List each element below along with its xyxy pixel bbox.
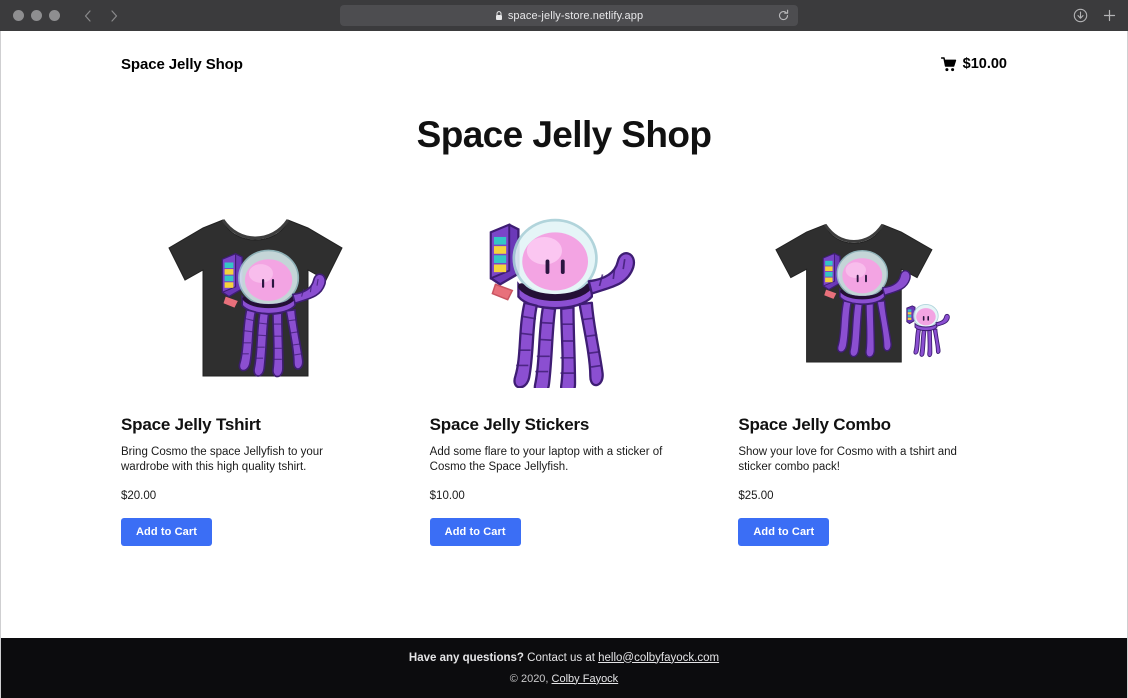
product-description: Add some flare to your laptop with a sti… xyxy=(429,446,663,474)
address-bar-content: space-jelly-store.netlify.app xyxy=(495,10,643,22)
product-image-sticker[interactable] xyxy=(430,203,699,393)
cart-total: $10.00 xyxy=(962,56,1007,72)
product-price: $25.00 xyxy=(738,490,774,503)
product-title: Space Jelly Stickers xyxy=(429,415,590,434)
site-header: Space Jelly Shop $10.00 xyxy=(1,31,1127,81)
footer-copyright: © 2020, Colby Fayock xyxy=(510,673,618,685)
product-price: $20.00 xyxy=(121,490,157,503)
footer-email-link[interactable]: hello@colbyfayock.com xyxy=(598,652,719,664)
page-viewport: Space Jelly Shop $10.00 Space Jelly Shop xyxy=(0,31,1128,698)
lock-icon xyxy=(495,10,503,21)
product-card: Space Jelly Combo Show your love for Cos… xyxy=(738,203,1007,547)
minimize-window-button[interactable] xyxy=(31,10,42,21)
product-description: Show your love for Cosmo with a tshirt a… xyxy=(738,446,957,474)
maximize-window-button[interactable] xyxy=(49,10,60,21)
product-price: $10.00 xyxy=(429,490,465,503)
add-to-cart-button[interactable]: Add to Cart xyxy=(429,518,521,547)
address-bar[interactable]: space-jelly-store.netlify.app xyxy=(340,5,798,26)
browser-toolbar-right xyxy=(1073,0,1117,31)
main-content: Space Jelly Shop Space Jelly Tshirt Brin… xyxy=(1,81,1127,638)
product-image-combo[interactable] xyxy=(738,203,1007,393)
download-icon[interactable] xyxy=(1073,8,1088,23)
window-traffic-lights xyxy=(13,10,60,21)
site-header-inner: Space Jelly Shop $10.00 xyxy=(121,47,1007,81)
product-image-tshirt[interactable] xyxy=(121,203,390,393)
close-window-button[interactable] xyxy=(13,10,24,21)
shopping-cart-icon xyxy=(940,57,956,72)
cart-link[interactable]: $10.00 xyxy=(940,56,1007,72)
add-to-cart-button[interactable]: Add to Cart xyxy=(738,518,830,547)
browser-chrome: space-jelly-store.netlify.app xyxy=(0,0,1128,31)
product-card: Space Jelly Tshirt Bring Cosmo the space… xyxy=(121,203,390,547)
new-tab-button[interactable] xyxy=(1102,8,1117,23)
product-title: Space Jelly Tshirt xyxy=(121,415,261,434)
browser-navigation xyxy=(82,9,120,23)
product-grid: Space Jelly Tshirt Bring Cosmo the space… xyxy=(121,203,1007,547)
add-to-cart-button[interactable]: Add to Cart xyxy=(121,518,212,547)
footer-copyright-prefix: © 2020, xyxy=(509,672,552,685)
footer-contact-text: Contact us at xyxy=(523,651,599,664)
site-brand-link[interactable]: Space Jelly Shop xyxy=(121,56,243,73)
reload-icon[interactable] xyxy=(777,9,790,22)
site-footer: Have any questions? Contact us at hello@… xyxy=(1,638,1127,698)
footer-author-link[interactable]: Colby Fayock xyxy=(552,673,619,685)
footer-questions-label: Have any questions? xyxy=(408,651,524,664)
product-card: Space Jelly Stickers Add some flare to y… xyxy=(429,203,699,547)
product-title: Space Jelly Combo xyxy=(738,415,891,434)
chevron-left-icon[interactable] xyxy=(82,9,94,23)
footer-contact-line: Have any questions? Contact us at hello@… xyxy=(409,652,719,664)
url-text: space-jelly-store.netlify.app xyxy=(507,9,644,22)
product-description: Bring Cosmo the space Jellyfish to your … xyxy=(121,446,323,474)
page-title: Space Jelly Shop xyxy=(416,114,712,155)
chevron-right-icon[interactable] xyxy=(108,9,120,23)
